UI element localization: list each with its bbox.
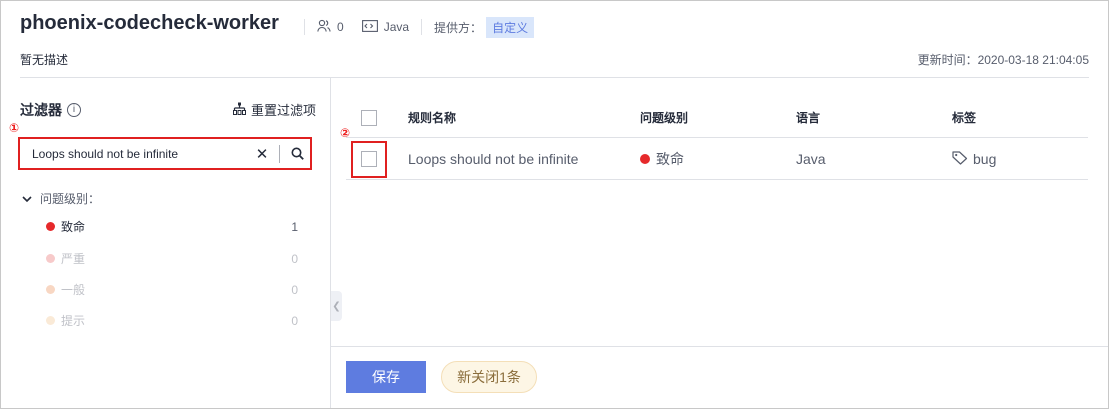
users-icon bbox=[317, 19, 331, 36]
severity-filter-fatal[interactable]: 致命 1 bbox=[46, 218, 298, 235]
severity-group-toggle[interactable]: 问题级别： bbox=[22, 190, 100, 207]
severity-label: 严重 bbox=[61, 252, 86, 266]
tag-icon bbox=[952, 150, 968, 168]
header-divider bbox=[20, 77, 1089, 78]
annotation-highlight-checkbox bbox=[351, 141, 387, 178]
severity-dot-fatal bbox=[640, 154, 650, 164]
rule-level-cell: 致命 bbox=[640, 139, 684, 179]
column-header-tags: 标签 bbox=[952, 111, 977, 125]
save-button[interactable]: 保存 bbox=[346, 361, 426, 393]
member-count: 0 bbox=[317, 19, 344, 36]
reset-filter-button[interactable]: 重置过滤项 bbox=[233, 100, 316, 119]
filter-title: 过滤器 i bbox=[20, 100, 81, 120]
close-icon[interactable]: ✕ bbox=[249, 145, 275, 163]
footer-divider bbox=[331, 346, 1108, 347]
severity-label: 一般 bbox=[61, 283, 86, 297]
ruleset-title: phoenix-codecheck-worker bbox=[20, 12, 279, 34]
rule-name-cell: Loops should not be infinite bbox=[408, 151, 579, 167]
select-all-checkbox[interactable] bbox=[361, 109, 377, 126]
severity-count: 0 bbox=[291, 251, 298, 266]
severity-group-label: 问题级别： bbox=[40, 192, 101, 206]
reset-filter-icon bbox=[233, 102, 246, 118]
severity-count: 1 bbox=[291, 219, 298, 234]
rule-search-box: ✕ bbox=[18, 137, 312, 170]
rule-tag-cell: bug bbox=[952, 139, 996, 179]
rule-search-input[interactable] bbox=[20, 139, 249, 168]
search-icon[interactable] bbox=[284, 139, 310, 168]
severity-filter-hint[interactable]: 提示 0 bbox=[46, 312, 298, 329]
code-icon bbox=[361, 19, 378, 35]
column-header-rule-name: 规则名称 bbox=[408, 111, 457, 125]
provider-label: 提供方： bbox=[434, 20, 483, 35]
chevron-down-icon bbox=[22, 192, 32, 206]
reset-filter-label: 重置过滤项 bbox=[251, 103, 317, 118]
chevron-left-icon[interactable]: ❮ bbox=[331, 291, 342, 321]
rule-tag-label: bug bbox=[973, 151, 997, 167]
severity-dot-fatal bbox=[46, 222, 55, 231]
search-divider bbox=[279, 144, 280, 163]
severity-dot-general bbox=[46, 285, 55, 294]
panel-divider bbox=[330, 78, 331, 408]
severity-dot-hint bbox=[46, 316, 55, 325]
severity-count: 0 bbox=[291, 282, 298, 297]
updated-time: 更新时间：2020-03-18 21:04:05 bbox=[917, 53, 1089, 67]
severity-count: 0 bbox=[291, 313, 298, 328]
filter-title-label: 过滤器 bbox=[20, 102, 62, 118]
severity-filter-general[interactable]: 一般 0 bbox=[46, 281, 298, 298]
language-info: Java bbox=[361, 19, 410, 35]
annotation-marker-1: ① bbox=[9, 121, 20, 135]
severity-dot-serious bbox=[46, 254, 55, 263]
rule-language-cell: Java bbox=[796, 151, 826, 167]
closed-count-button[interactable]: 新关闭1条 bbox=[441, 361, 537, 393]
provider-tag: 自定义 bbox=[486, 16, 535, 38]
table-row: Loops should not be infinite 致命 Java bug bbox=[346, 139, 1088, 180]
divider bbox=[304, 19, 305, 35]
annotation-marker-2: ② bbox=[340, 126, 351, 140]
divider bbox=[421, 19, 423, 35]
severity-label: 提示 bbox=[61, 314, 86, 328]
column-header-language: 语言 bbox=[796, 111, 821, 125]
select-all-cell bbox=[361, 98, 377, 137]
rule-level-label: 致命 bbox=[656, 151, 684, 167]
ruleset-description: 暂无描述 bbox=[20, 53, 69, 67]
info-icon[interactable]: i bbox=[67, 103, 81, 117]
table-header: 规则名称 问题级别 语言 标签 bbox=[346, 98, 1088, 138]
column-header-level: 问题级别 bbox=[640, 111, 689, 125]
member-count-value: 0 bbox=[337, 20, 344, 34]
severity-filter-serious[interactable]: 严重 0 bbox=[46, 250, 298, 267]
severity-label: 致命 bbox=[61, 220, 86, 234]
ruleset-meta: 0 Java 提供方： 自定义 bbox=[292, 16, 535, 38]
language-value: Java bbox=[383, 20, 410, 34]
